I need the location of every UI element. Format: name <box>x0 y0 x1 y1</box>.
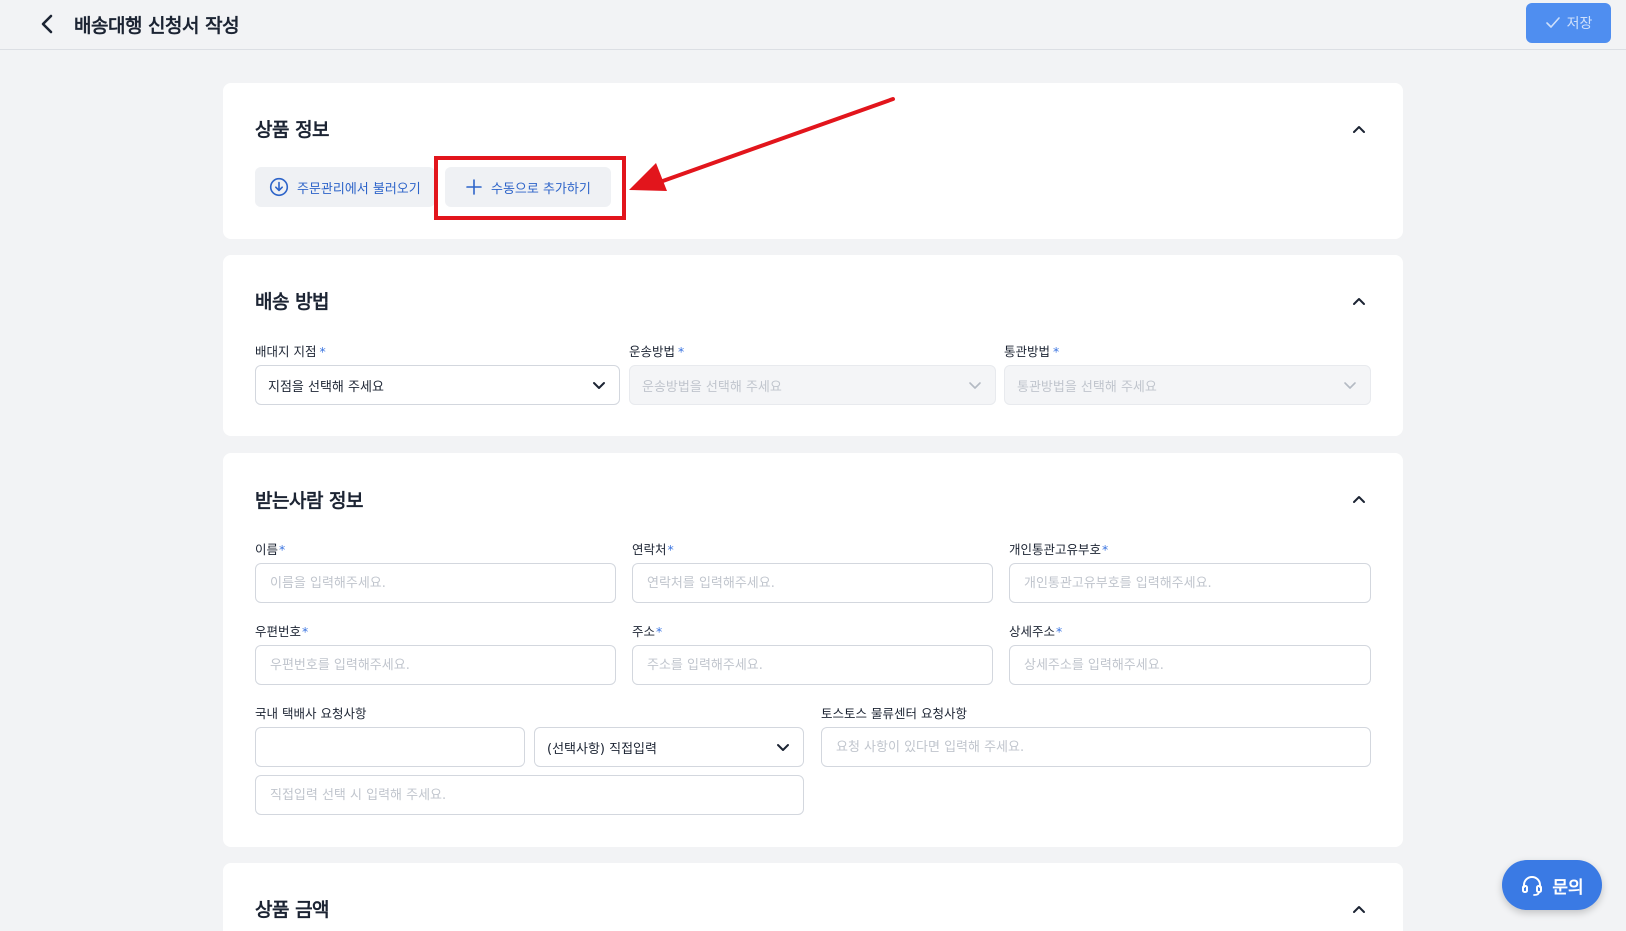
required-mark: * <box>678 344 685 359</box>
name-label: 이름* <box>255 539 285 558</box>
transport-select: 운송방법을 선택해 주세요 <box>629 365 996 405</box>
address-input[interactable] <box>632 645 993 685</box>
inquiry-label: 문의 <box>1552 877 1584 898</box>
plus-icon <box>466 179 482 195</box>
customs-select: 통관방법을 선택해 주세요 <box>1004 365 1371 405</box>
required-mark: * <box>302 624 309 639</box>
name-label-text: 이름 <box>255 542 279 557</box>
customs-label-text: 통관방법 <box>1004 344 1051 359</box>
branch-label: 배대지 지점 * <box>255 341 326 360</box>
chevron-down-icon <box>969 382 981 389</box>
courier-request-direct-input[interactable] <box>255 775 804 815</box>
zip-input[interactable] <box>255 645 616 685</box>
save-button-label: 저장 <box>1566 16 1593 32</box>
branch-select-value: 지점을 선택해 주세요 <box>268 379 384 395</box>
product-amount-title: 상품 금액 <box>255 899 330 921</box>
import-from-orders-button[interactable]: 주문관리에서 불러오기 <box>255 167 435 207</box>
required-mark: * <box>1102 542 1109 557</box>
back-button[interactable] <box>34 10 62 38</box>
chevron-left-icon <box>41 14 53 34</box>
shipping-method-collapse-button[interactable] <box>1349 291 1369 311</box>
required-mark: * <box>319 344 326 359</box>
headset-icon <box>1522 876 1543 896</box>
shipping-method-title: 배송 방법 <box>255 291 330 313</box>
customs-code-label-text: 개인통관고유부호 <box>1009 542 1102 557</box>
address-label: 주소* <box>632 621 662 640</box>
product-info-title: 상품 정보 <box>255 119 330 141</box>
manual-add-label: 수동으로 추가하기 <box>491 181 591 197</box>
transport-label-text: 운송방법 <box>629 344 676 359</box>
page-title: 배송대행 신청서 작성 <box>74 15 240 37</box>
chevron-down-icon <box>593 382 605 389</box>
courier-request-label: 국내 택배사 요청사항 <box>255 706 367 721</box>
branch-label-text: 배대지 지점 <box>255 344 317 359</box>
address-label-text: 주소 <box>632 624 656 639</box>
courier-request-select[interactable]: (선택사항) 직접입력 <box>534 727 804 767</box>
chevron-up-icon <box>1353 298 1365 305</box>
zip-label: 우편번호* <box>255 621 308 640</box>
import-from-orders-label: 주문관리에서 불러오기 <box>297 181 421 197</box>
center-request-input[interactable] <box>821 727 1371 767</box>
required-mark: * <box>667 542 674 557</box>
customs-code-label: 개인통관고유부호* <box>1009 539 1108 558</box>
required-mark: * <box>279 542 286 557</box>
recipient-collapse-button[interactable] <box>1349 489 1369 509</box>
recipient-card: 받는사람 정보 이름* 연락처* 개인통관고유부호* 우편번호* 주소* 상세주… <box>223 453 1403 847</box>
top-bar: 배송대행 신청서 작성 저장 <box>0 0 1626 50</box>
transport-label: 운송방법 * <box>629 341 684 360</box>
chevron-down-icon <box>777 744 789 751</box>
zip-label-text: 우편번호 <box>255 624 302 639</box>
chevron-down-icon <box>1344 382 1356 389</box>
detail-address-input[interactable] <box>1009 645 1371 685</box>
customs-label: 통관방법 * <box>1004 341 1059 360</box>
recipient-title: 받는사람 정보 <box>255 490 364 512</box>
customs-select-value: 통관방법을 선택해 주세요 <box>1017 379 1157 395</box>
customs-code-input[interactable] <box>1009 563 1371 603</box>
required-mark: * <box>656 624 663 639</box>
phone-label-text: 연락처 <box>632 542 667 557</box>
phone-input[interactable] <box>632 563 993 603</box>
save-button[interactable]: 저장 <box>1526 3 1611 43</box>
required-mark: * <box>1056 624 1063 639</box>
center-request-label: 토스토스 물류센터 요청사항 <box>821 706 967 721</box>
chevron-up-icon <box>1353 496 1365 503</box>
phone-label: 연락처* <box>632 539 674 558</box>
product-amount-collapse-button[interactable] <box>1349 899 1369 919</box>
detail-address-label-text: 상세주소 <box>1009 624 1056 639</box>
name-input[interactable] <box>255 563 616 603</box>
detail-address-label: 상세주소* <box>1009 621 1062 640</box>
inquiry-button[interactable]: 문의 <box>1502 860 1602 910</box>
product-amount-card: 상품 금액 <box>223 863 1403 931</box>
required-mark: * <box>1053 344 1060 359</box>
product-info-collapse-button[interactable] <box>1349 119 1369 139</box>
courier-request-select-value: (선택사항) 직접입력 <box>547 741 657 757</box>
check-icon <box>1545 17 1560 28</box>
transport-select-value: 운송방법을 선택해 주세요 <box>642 379 782 395</box>
manual-add-button[interactable]: 수동으로 추가하기 <box>445 167 611 207</box>
courier-request-input[interactable] <box>255 727 525 767</box>
chevron-up-icon <box>1353 906 1365 913</box>
product-info-card: 상품 정보 주문관리에서 불러오기 수동으로 추가하기 <box>223 83 1403 239</box>
download-circle-icon <box>269 177 289 197</box>
chevron-up-icon <box>1353 126 1365 133</box>
branch-select[interactable]: 지점을 선택해 주세요 <box>255 365 620 405</box>
shipping-method-card: 배송 방법 배대지 지점 * 지점을 선택해 주세요 운송방법 * 운송방법을 선택… <box>223 255 1403 436</box>
